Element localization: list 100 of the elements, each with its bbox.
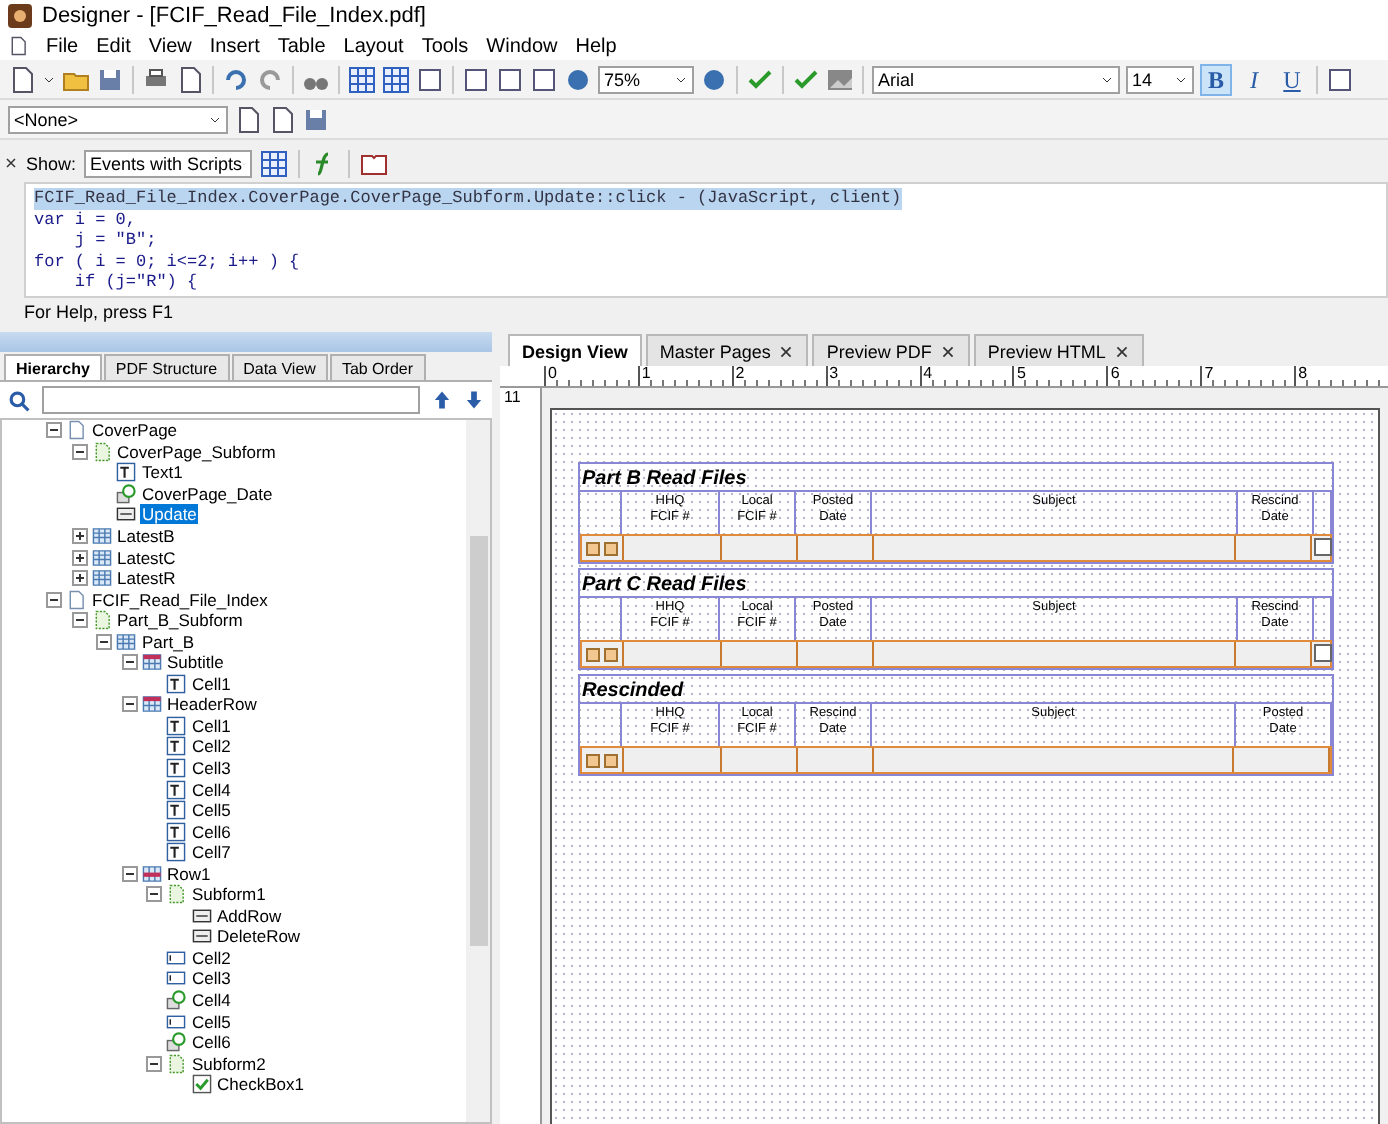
tree-item[interactable]: Cell6	[190, 1032, 233, 1053]
search-icon[interactable]	[8, 389, 30, 411]
expand-icon[interactable]	[71, 549, 87, 566]
tree-item[interactable]: Cell4	[190, 779, 233, 800]
delete-row-icon[interactable]	[604, 647, 618, 661]
collapse-icon[interactable]	[121, 865, 137, 882]
tree-item[interactable]: Update	[140, 504, 199, 525]
spell-check-icon[interactable]	[792, 65, 820, 93]
font-style-button[interactable]: U	[1276, 63, 1308, 95]
close-icon[interactable]	[4, 156, 18, 171]
tree-item[interactable]: FCIF_Read_File_Index	[90, 589, 270, 610]
view-tab[interactable]: Master Pages	[645, 334, 809, 366]
tree-item[interactable]: CoverPage_Date	[140, 483, 275, 504]
tree-item[interactable]: Cell6	[190, 821, 233, 842]
tree-item[interactable]: Cell5	[190, 1011, 233, 1032]
panel-tab[interactable]: Hierarchy	[4, 354, 102, 380]
new-document-icon[interactable]	[8, 65, 36, 93]
grid-icon[interactable]	[348, 65, 376, 93]
tree-item[interactable]: Cell2	[190, 736, 233, 757]
delete-row-icon[interactable]	[604, 541, 618, 555]
tree-item[interactable]: Subform2	[190, 1053, 268, 1074]
delete-row-icon[interactable]	[604, 753, 618, 767]
scrollbar[interactable]	[466, 420, 490, 1122]
tree-item[interactable]: HeaderRow	[165, 694, 259, 715]
add-row-icon[interactable]	[586, 541, 600, 555]
tree-item[interactable]: CoverPage_Subform	[115, 441, 278, 462]
tree-item[interactable]: LatestR	[115, 568, 178, 589]
close-icon[interactable]	[1113, 343, 1130, 359]
collapse-icon[interactable]	[96, 633, 112, 650]
tree-item[interactable]: Part_B	[140, 631, 196, 652]
document-icon[interactable]	[8, 36, 28, 56]
close-icon[interactable]	[939, 343, 956, 359]
collapse-icon[interactable]	[71, 612, 87, 629]
font-size-dropdown[interactable]: 14	[1126, 65, 1194, 93]
tree-item[interactable]: Cell3	[190, 758, 233, 779]
menu-item[interactable]: Edit	[96, 35, 131, 57]
tree-item[interactable]: Cell2	[190, 947, 233, 968]
tree-item[interactable]: Cell1	[190, 715, 233, 736]
menu-item[interactable]: Help	[575, 35, 617, 57]
tree-item[interactable]: CoverPage	[90, 420, 180, 441]
tree-item[interactable]: DeleteRow	[215, 926, 303, 947]
panel-tab[interactable]: Data View	[231, 354, 328, 380]
checkbox[interactable]	[1314, 644, 1332, 662]
tree-item[interactable]: AddRow	[215, 905, 284, 926]
rectangle-icon[interactable]	[462, 65, 490, 93]
add-row-icon[interactable]	[586, 753, 600, 767]
collapse-icon[interactable]	[146, 1055, 162, 1072]
font-style-button[interactable]: I	[1238, 63, 1270, 95]
panel-tab[interactable]: PDF Structure	[103, 354, 230, 380]
zoom-dropdown[interactable]: 75%	[598, 65, 694, 93]
font-style-button[interactable]: B	[1200, 63, 1232, 95]
tree-item[interactable]: LatestB	[115, 526, 177, 546]
menu-item[interactable]: Table	[277, 35, 326, 57]
menu-item[interactable]: Insert	[209, 35, 260, 57]
tree-item[interactable]: Subtitle	[165, 652, 226, 673]
collapse-icon[interactable]	[121, 654, 137, 671]
menu-item[interactable]: Window	[486, 35, 558, 57]
collapse-icon[interactable]	[46, 422, 62, 439]
style-dropdown[interactable]: <None>	[8, 105, 228, 133]
check-script-icon[interactable]	[746, 65, 774, 93]
collapse-icon[interactable]	[46, 591, 62, 608]
tree-item[interactable]: Text1	[140, 462, 185, 483]
collapse-icon[interactable]	[146, 886, 162, 903]
script-editor[interactable]: FCIF_Read_File_Index.CoverPage.CoverPage_Subform.Update::click - (JavaScript, client) var i = 0, j = "B"; for ( i = 0; i<=2; i++ ) { if (j="R") {	[24, 182, 1388, 298]
tree-item[interactable]: CheckBox1	[215, 1074, 306, 1095]
reference-book-icon[interactable]	[360, 149, 389, 178]
collapse-icon[interactable]	[121, 696, 137, 713]
tree-item[interactable]: Cell1	[190, 673, 233, 694]
menu-item[interactable]: Tools	[421, 35, 469, 57]
down-arrow-icon[interactable]	[464, 390, 484, 410]
add-row-icon[interactable]	[586, 647, 600, 661]
checkbox[interactable]	[1314, 538, 1332, 556]
event-dropdown[interactable]: Events with Scripts	[84, 149, 253, 178]
image-icon[interactable]	[826, 65, 854, 93]
tree-item[interactable]: Cell7	[190, 842, 233, 863]
view-tab[interactable]: Preview HTML	[973, 334, 1144, 366]
menu-item[interactable]: Layout	[343, 35, 404, 57]
redo-icon[interactable]	[256, 65, 284, 93]
tree-item[interactable]: Cell3	[190, 968, 233, 989]
panel-tab[interactable]: Tab Order	[329, 354, 426, 380]
tree-item[interactable]: Cell5	[190, 800, 233, 821]
view-tab[interactable]: Design View	[508, 334, 642, 366]
close-icon[interactable]	[778, 343, 795, 359]
expand-icon[interactable]	[71, 570, 87, 587]
undo-icon[interactable]	[222, 65, 250, 93]
tree-item[interactable]: Cell4	[190, 990, 233, 1011]
tree-item[interactable]: Row1	[165, 863, 213, 884]
font-dropdown[interactable]: Arial	[872, 65, 1120, 93]
tree-item[interactable]: LatestC	[115, 547, 178, 568]
collapse-icon[interactable]	[71, 443, 87, 460]
save-icon[interactable]	[96, 65, 124, 93]
menu-item[interactable]: View	[148, 35, 192, 57]
menu-item[interactable]: File	[46, 35, 79, 57]
up-arrow-icon[interactable]	[432, 390, 452, 410]
expand-icon[interactable]	[71, 528, 87, 544]
tree-item[interactable]: Subform1	[190, 884, 268, 905]
grid-snap-icon[interactable]	[382, 65, 410, 93]
search-field[interactable]	[42, 386, 420, 414]
tree-item[interactable]: Part_B_Subform	[115, 610, 245, 631]
view-tab[interactable]: Preview PDF	[812, 334, 970, 366]
